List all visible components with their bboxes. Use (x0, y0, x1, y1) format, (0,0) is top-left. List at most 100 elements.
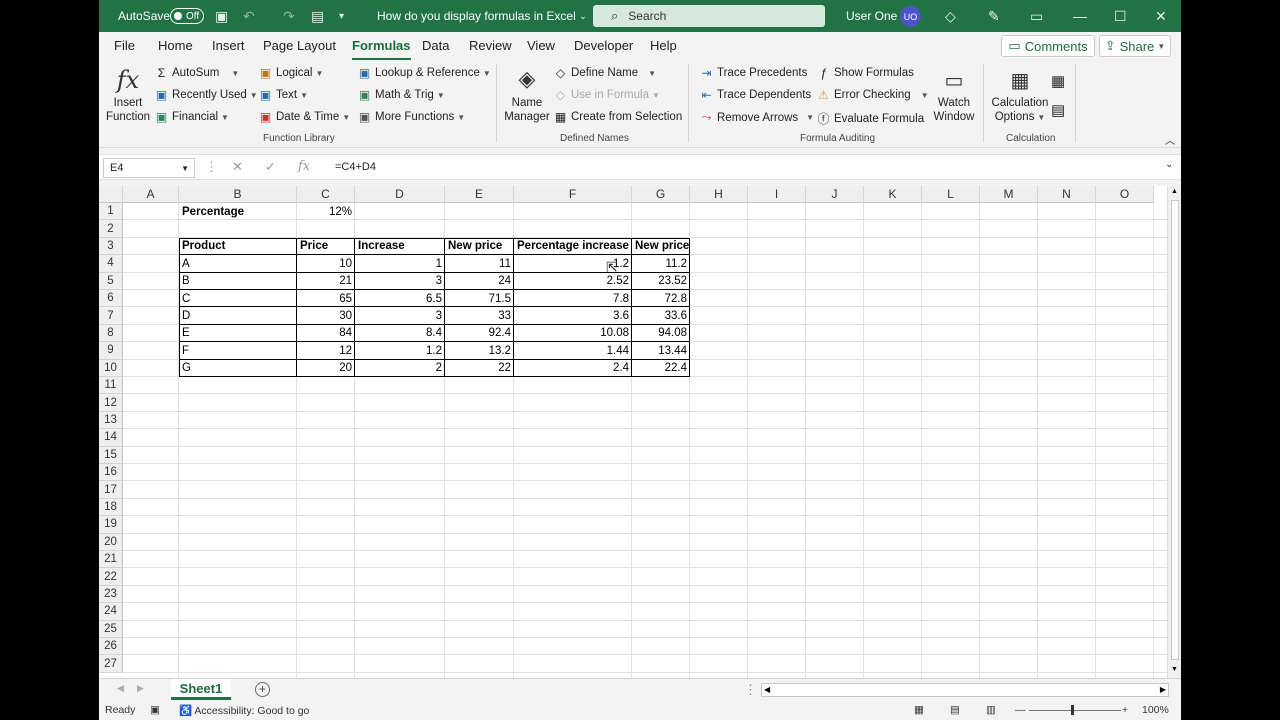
horizontal-scrollbar[interactable]: ◀ ▶ (761, 683, 1169, 697)
name-box[interactable]: E4 ▼ (103, 158, 195, 178)
row-header-21[interactable]: 21 (99, 551, 123, 569)
column-header-h[interactable]: H (690, 186, 748, 203)
column-header-n[interactable]: N (1038, 186, 1096, 203)
vertical-scrollbar[interactable]: ▲ ▼ (1167, 186, 1181, 678)
row-header-14[interactable]: 14 (99, 429, 123, 447)
tab-review[interactable]: Review (469, 38, 512, 53)
scroll-right-icon[interactable]: ▶ (1160, 685, 1166, 694)
row-header-5[interactable]: 5 (99, 272, 123, 290)
evaluate-formula-button[interactable]: ⓕ Evaluate Formula (817, 110, 924, 127)
normal-view-icon[interactable]: ▦ (914, 704, 924, 716)
share-button[interactable]: ⇪ Share ▼ (1099, 35, 1171, 57)
page-layout-view-icon[interactable]: ▤ (950, 704, 960, 716)
page-break-view-icon[interactable]: ▥ (986, 704, 996, 716)
row-header-3[interactable]: 3 (99, 237, 123, 256)
row-header-1[interactable]: 1 (99, 203, 123, 221)
diamond-icon[interactable]: ◇ (945, 0, 956, 32)
zoom-level[interactable]: 100% (1142, 704, 1169, 716)
trace-dependents-button[interactable]: ⇤ Trace Dependents (700, 88, 811, 102)
logical-button[interactable]: ▣ Logical ▼ (259, 66, 324, 80)
autosave-toggle[interactable]: Off (170, 8, 204, 24)
row-header-17[interactable]: 17 (99, 481, 123, 499)
tab-page-layout[interactable]: Page Layout (263, 38, 336, 53)
show-formulas-button[interactable]: ƒ Show Formulas (817, 66, 914, 80)
ribbon-display-icon[interactable]: ▭ (1030, 0, 1043, 32)
error-checking-button[interactable]: ⚠ Error Checking ▼ (817, 88, 929, 102)
row-header-12[interactable]: 12 (99, 394, 123, 412)
cell-b1[interactable]: Percentage (179, 203, 297, 220)
next-sheet-icon[interactable]: ▶ (137, 683, 144, 694)
remove-arrows-button[interactable]: ⤳ Remove Arrows ▼ (700, 110, 814, 125)
tab-help[interactable]: Help (650, 38, 677, 53)
formula-input[interactable]: =C4+D4 (335, 161, 376, 173)
cell-c1[interactable]: 12% (297, 203, 355, 220)
recently-used-button[interactable]: ▣ Recently Used ▼ (155, 88, 258, 102)
autosum-button[interactable]: Σ AutoSum ▼ (155, 66, 239, 80)
form-icon[interactable]: ▤ (311, 0, 324, 32)
redo-icon[interactable]: ↷ (283, 0, 295, 32)
column-header-l[interactable]: L (922, 186, 980, 203)
scroll-left-icon[interactable]: ◀ (764, 685, 770, 694)
search-input[interactable]: ⌕ Search (593, 5, 825, 27)
row-header-25[interactable]: 25 (99, 620, 123, 638)
row-header-24[interactable]: 24 (99, 603, 123, 621)
column-header-k[interactable]: K (864, 186, 922, 203)
row-header-7[interactable]: 7 (99, 307, 123, 325)
column-header-f[interactable]: F (514, 186, 632, 203)
scroll-down-icon[interactable]: ▼ (1171, 666, 1178, 673)
column-header-g[interactable]: G (632, 186, 690, 203)
vertical-scroll-thumb[interactable] (1171, 200, 1179, 660)
collapse-ribbon-icon[interactable]: ︿ (1165, 132, 1175, 147)
user-name[interactable]: User One (846, 0, 897, 32)
accessibility-status[interactable]: ♿ Accessibility: Good to go (179, 704, 309, 717)
tab-formulas[interactable]: Formulas (352, 38, 411, 61)
row-header-2[interactable]: 2 (99, 220, 123, 238)
enter-icon[interactable]: ✓ (265, 159, 276, 175)
more-functions-button[interactable]: ▣ More Functions ▼ (358, 110, 465, 124)
tab-insert[interactable]: Insert (212, 38, 245, 53)
trace-precedents-button[interactable]: ⇥ Trace Precedents (700, 66, 807, 80)
name-manager-button[interactable]: ◈ Name Manager (503, 64, 551, 124)
row-header-19[interactable]: 19 (99, 516, 123, 534)
row-header-13[interactable]: 13 (99, 411, 123, 430)
column-header-a[interactable]: A (123, 186, 179, 203)
minimize-icon[interactable]: — (1073, 0, 1087, 32)
zoom-slider[interactable] (1029, 710, 1121, 711)
create-from-selection-button[interactable]: ▦ Create from Selection (554, 110, 682, 124)
customize-toolbar-icon[interactable]: ▾ (339, 0, 344, 32)
row-header-22[interactable]: 22 (99, 568, 123, 586)
row-header-18[interactable]: 18 (99, 498, 123, 517)
document-title[interactable]: How do you display formulas in Excel ⌄ (377, 0, 587, 32)
lookup-reference-button[interactable]: ▣ Lookup & Reference ▼ (358, 66, 491, 80)
prev-sheet-icon[interactable]: ◀ (117, 683, 124, 694)
row-header-8[interactable]: 8 (99, 324, 123, 343)
zoom-slider-thumb[interactable] (1071, 705, 1074, 715)
column-header-c[interactable]: C (297, 186, 355, 203)
text-button[interactable]: ▣ Text ▼ (259, 88, 308, 102)
calculation-options-button[interactable]: ▦ Calculation Options ▼ (988, 64, 1052, 125)
tab-home[interactable]: Home (158, 38, 193, 53)
scroll-up-icon[interactable]: ▲ (1171, 188, 1178, 195)
avatar[interactable]: UO (900, 6, 921, 27)
add-sheet-button[interactable]: + (255, 682, 270, 697)
use-in-formula-button[interactable]: ◇ Use in Formula ▼ (554, 88, 660, 102)
row-header-6[interactable]: 6 (99, 290, 123, 308)
tab-data[interactable]: Data (422, 38, 449, 53)
calculate-now-icon[interactable]: ▦ (1051, 72, 1065, 90)
pen-icon[interactable]: ✎ (988, 0, 1000, 32)
undo-icon[interactable]: ↶ (243, 0, 255, 32)
column-header-b[interactable]: B (179, 186, 297, 203)
cancel-icon[interactable]: ✕ (232, 159, 243, 175)
zoom-in-icon[interactable]: + (1122, 704, 1128, 716)
sheet-tab[interactable]: Sheet1 (171, 679, 231, 700)
column-header-o[interactable]: O (1096, 186, 1154, 203)
zoom-out-icon[interactable]: — (1015, 704, 1026, 716)
column-header-m[interactable]: M (980, 186, 1038, 203)
save-icon[interactable]: ▣ (215, 0, 228, 32)
comments-button[interactable]: ▭ Comments (1001, 35, 1095, 57)
insert-function-button[interactable]: fx Insert Function (105, 64, 151, 124)
row-header-16[interactable]: 16 (99, 464, 123, 482)
close-icon[interactable]: ✕ (1155, 0, 1167, 32)
column-header-i[interactable]: I (748, 186, 806, 203)
row-header-10[interactable]: 10 (99, 359, 123, 377)
